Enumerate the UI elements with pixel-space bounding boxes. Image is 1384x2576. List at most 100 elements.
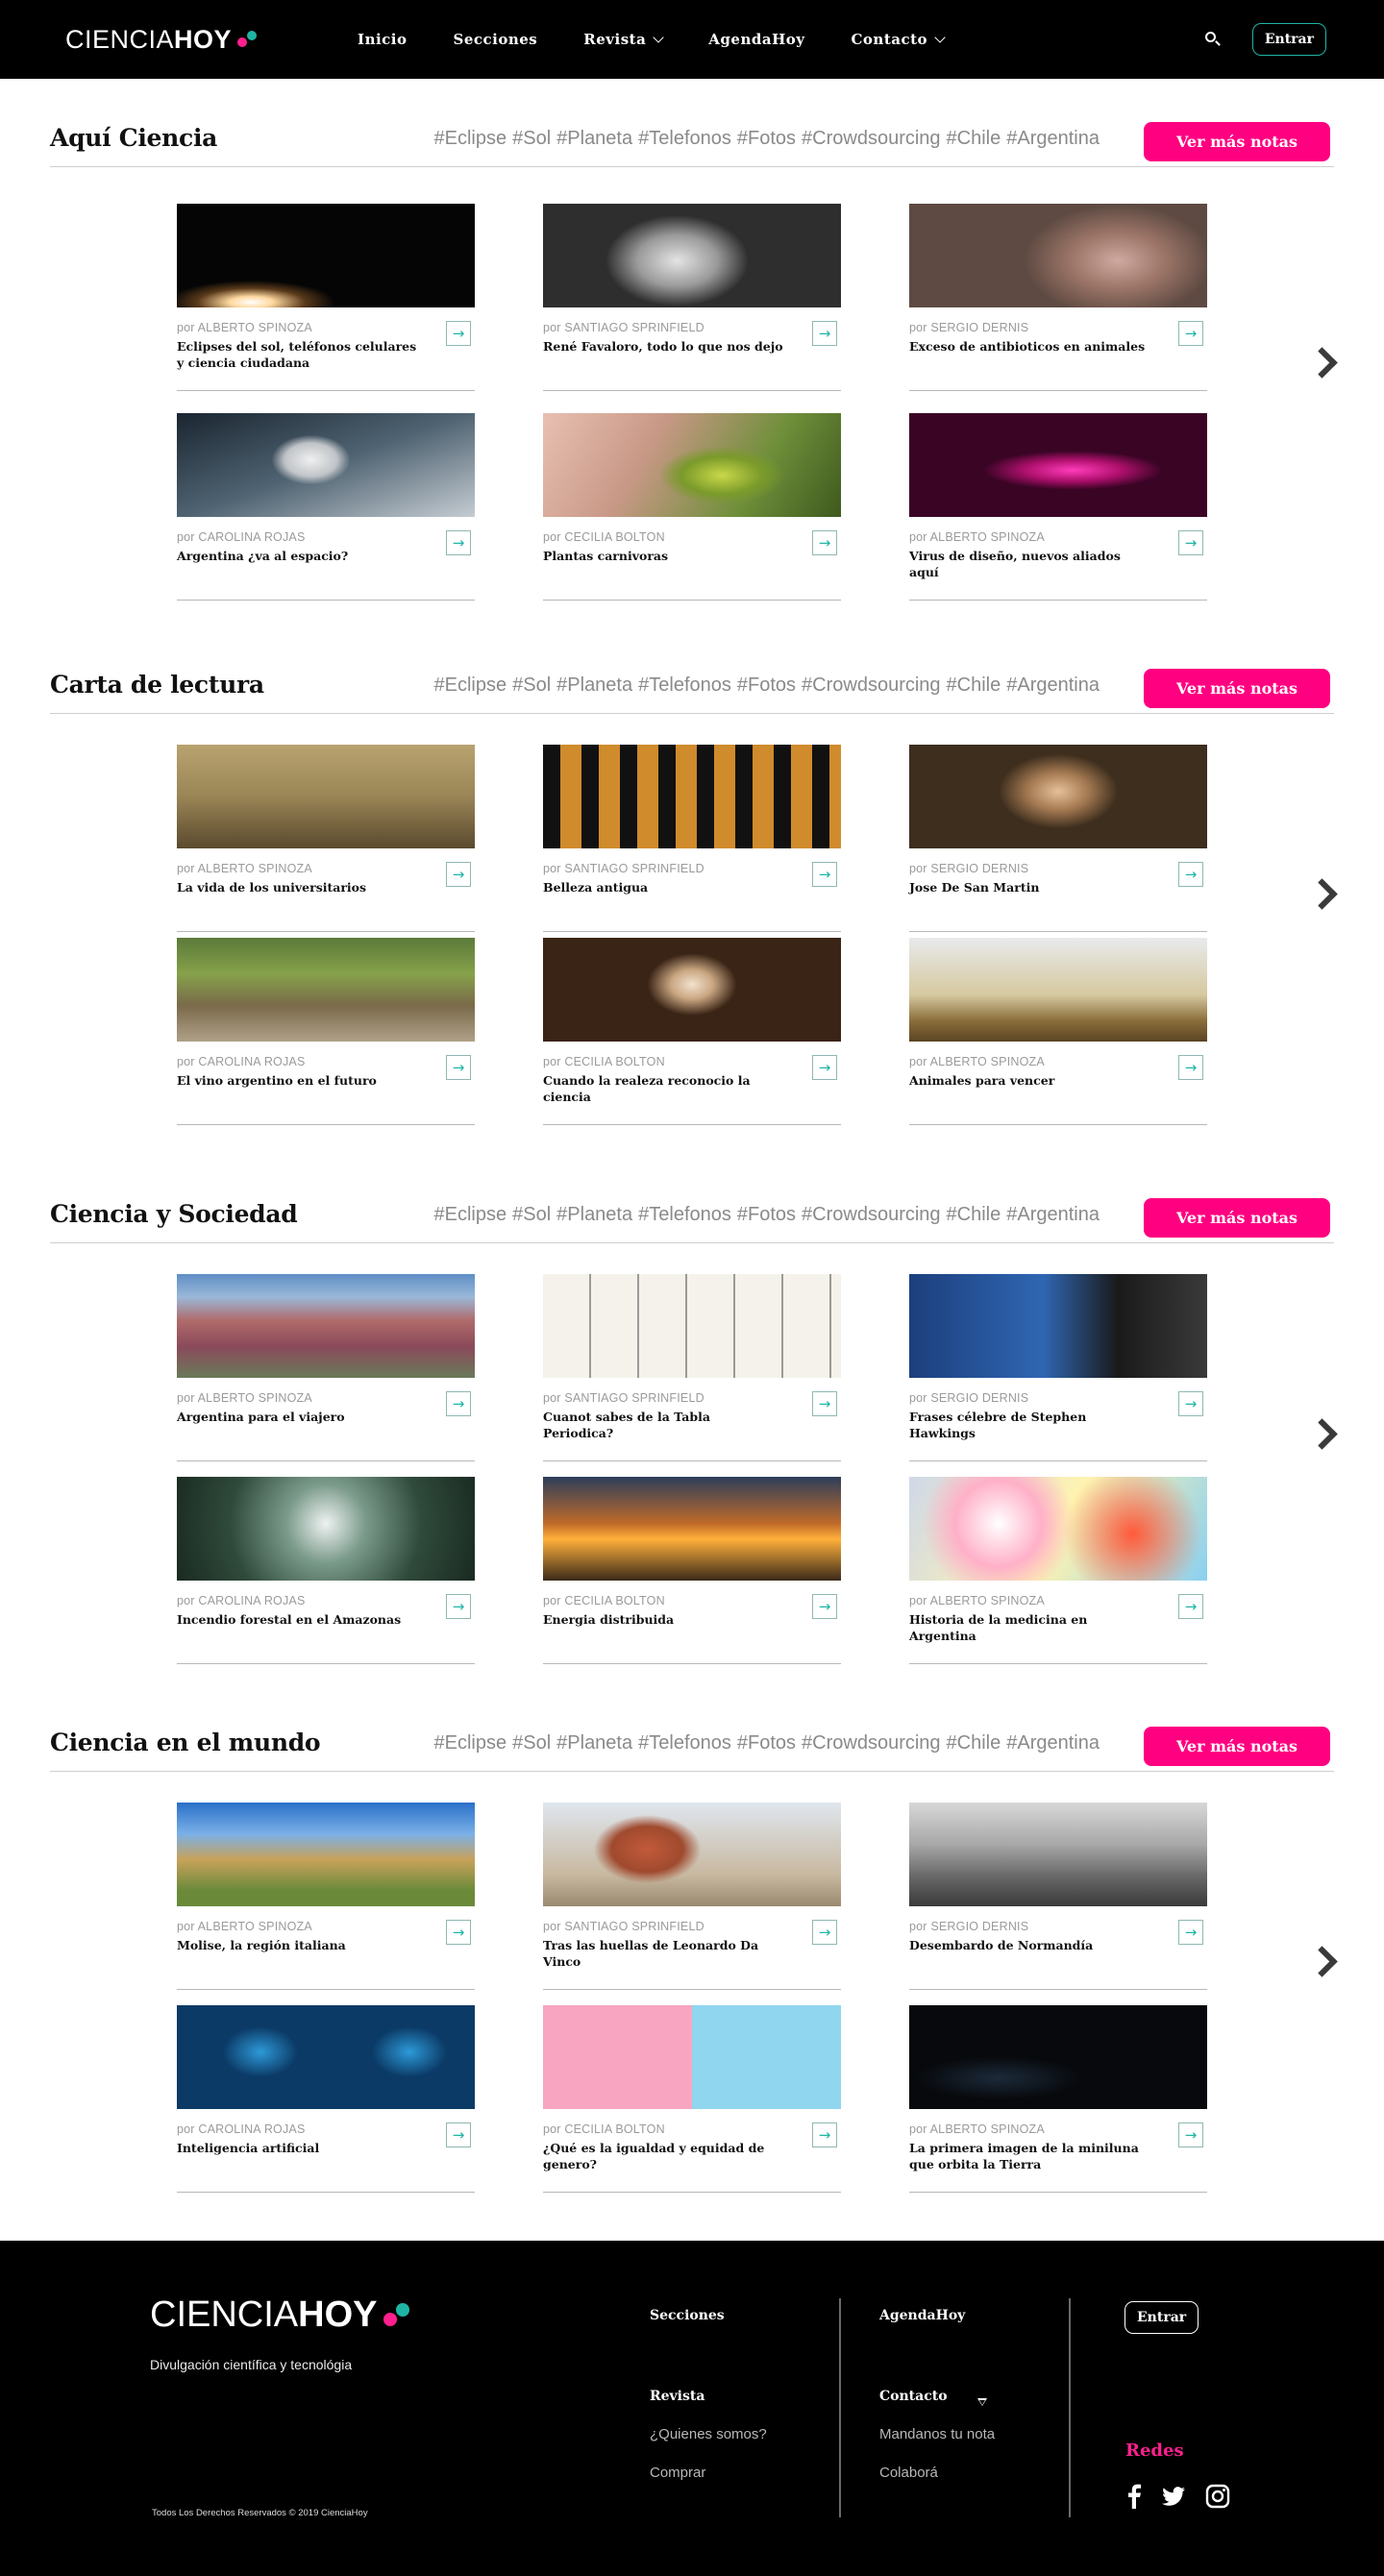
tag-link[interactable]: #Eclipse [434, 1732, 507, 1754]
twitter-icon[interactable] [1160, 2483, 1187, 2510]
article-thumbnail[interactable] [543, 938, 841, 1042]
article-card[interactable]: por ALBERTO SPINOZA La primera imagen de … [909, 2005, 1207, 2193]
article-title[interactable]: Tras las huellas de Leonardo Da Vinco [543, 1937, 841, 1970]
article-card[interactable]: por CECILIA BOLTON Plantas carnivoras → [543, 413, 841, 601]
arrow-right-icon[interactable]: → [812, 862, 837, 887]
article-card[interactable]: por ALBERTO SPINOZA La vida de los univer… [177, 745, 475, 932]
tag-link[interactable]: #Crowdsourcing [802, 675, 941, 696]
nav-contacto[interactable]: Contacto [851, 31, 946, 48]
article-card[interactable]: por SERGIO DERNIS Exceso de antibioticos … [909, 204, 1207, 391]
tag-link[interactable]: #Chile [947, 128, 1001, 149]
arrow-right-icon[interactable]: → [1178, 862, 1203, 887]
see-more-button[interactable]: Ver más notas [1144, 1727, 1330, 1766]
see-more-button[interactable]: Ver más notas [1144, 122, 1330, 161]
arrow-right-icon[interactable]: → [1178, 1055, 1203, 1080]
arrow-right-icon[interactable]: → [446, 1920, 471, 1945]
chevron-right-icon[interactable] [1311, 1947, 1334, 1979]
article-title[interactable]: Virus de diseño, nuevos aliados aquí [909, 548, 1207, 580]
article-title[interactable]: Inteligencia artificial [177, 2140, 475, 2156]
arrow-right-icon[interactable]: → [1178, 2122, 1203, 2147]
tag-link[interactable]: #Sol [512, 1204, 551, 1225]
chevron-right-icon[interactable] [1311, 879, 1334, 912]
article-card[interactable]: por SANTIAGO SPRINFIELD Cuanot sabes de l… [543, 1274, 841, 1461]
tag-link[interactable]: #Planeta [556, 1732, 632, 1754]
see-more-button[interactable]: Ver más notas [1144, 1198, 1330, 1238]
arrow-right-icon[interactable]: → [1178, 1920, 1203, 1945]
article-thumbnail[interactable] [177, 1274, 475, 1378]
article-card[interactable]: por ALBERTO SPINOZA Molise, la región ita… [177, 1803, 475, 1990]
article-title[interactable]: La primera imagen de la miniluna que orb… [909, 2140, 1207, 2172]
article-title[interactable]: Argentina ¿va al espacio? [177, 548, 475, 564]
article-card[interactable]: por ALBERTO SPINOZA Historia de la medici… [909, 1477, 1207, 1664]
arrow-right-icon[interactable]: → [812, 1391, 837, 1416]
article-card[interactable]: por CAROLINA ROJAS Argentina ¿va al espac… [177, 413, 475, 601]
login-button[interactable]: Entrar [1251, 23, 1326, 56]
article-thumbnail[interactable] [543, 1803, 841, 1906]
footer-link-agendahoy[interactable]: AgendaHoy [879, 2308, 965, 2323]
instagram-icon[interactable] [1204, 2483, 1231, 2510]
article-title[interactable]: Plantas carnivoras [543, 548, 841, 564]
arrow-right-icon[interactable]: → [446, 2122, 471, 2147]
tag-link[interactable]: #Chile [947, 1204, 1001, 1225]
article-thumbnail[interactable] [543, 204, 841, 307]
article-thumbnail[interactable] [177, 204, 475, 307]
arrow-right-icon[interactable]: → [446, 1055, 471, 1080]
article-thumbnail[interactable] [909, 1274, 1207, 1378]
search-icon[interactable] [1202, 29, 1223, 50]
tag-link[interactable]: #Planeta [556, 128, 632, 149]
arrow-right-icon[interactable]: → [812, 530, 837, 555]
article-thumbnail[interactable] [909, 2005, 1207, 2109]
article-title[interactable]: René Favaloro, todo lo que nos dejo [543, 338, 841, 355]
tag-link[interactable]: #Telefonos [638, 128, 731, 149]
article-thumbnail[interactable] [177, 1477, 475, 1581]
tag-link[interactable]: #Sol [512, 128, 551, 149]
article-title[interactable]: ¿Qué es la igualdad y equidad de genero? [543, 2140, 841, 2172]
article-thumbnail[interactable] [909, 938, 1207, 1042]
article-card[interactable]: por SANTIAGO SPRINFIELD Belleza antigua → [543, 745, 841, 932]
tag-link[interactable]: #Planeta [556, 1204, 632, 1225]
article-title[interactable]: Frases célebre de Stephen Hawkings [909, 1409, 1207, 1441]
article-card[interactable]: por CECILIA BOLTON Energia distribuida → [543, 1477, 841, 1664]
article-title[interactable]: Energia distribuida [543, 1611, 841, 1628]
footer-link-secciones[interactable]: Secciones [650, 2308, 725, 2323]
arrow-right-icon[interactable]: → [446, 862, 471, 887]
triangle-down-icon[interactable] [977, 2398, 988, 2407]
see-more-button[interactable]: Ver más notas [1144, 669, 1330, 708]
tag-link[interactable]: #Crowdsourcing [802, 1732, 941, 1754]
tag-link[interactable]: #Telefonos [638, 1732, 731, 1754]
chevron-right-icon[interactable] [1311, 348, 1334, 380]
article-title[interactable]: Animales para vencer [909, 1072, 1207, 1089]
article-card[interactable]: por ALBERTO SPINOZA Argentina para el via… [177, 1274, 475, 1461]
tag-link[interactable]: #Fotos [737, 1204, 796, 1225]
tag-link[interactable]: #Planeta [556, 675, 632, 696]
arrow-right-icon[interactable]: → [812, 2122, 837, 2147]
nav-revista[interactable]: Revista [583, 31, 664, 48]
article-card[interactable]: por SERGIO DERNIS Desembardo de Normandía… [909, 1803, 1207, 1990]
article-card[interactable]: por ALBERTO SPINOZA Eclipses del sol, tel… [177, 204, 475, 391]
nav-inicio[interactable]: Inicio [358, 31, 407, 48]
arrow-right-icon[interactable]: → [1178, 530, 1203, 555]
nav-secciones[interactable]: Secciones [454, 31, 538, 48]
article-thumbnail[interactable] [909, 1477, 1207, 1581]
article-title[interactable]: Molise, la región italiana [177, 1937, 475, 1953]
article-thumbnail[interactable] [543, 2005, 841, 2109]
article-thumbnail[interactable] [543, 745, 841, 848]
arrow-right-icon[interactable]: → [446, 1391, 471, 1416]
article-card[interactable]: por SERGIO DERNIS Jose De San Martin → [909, 745, 1207, 932]
tag-link[interactable]: #Crowdsourcing [802, 1204, 941, 1225]
footer-link-colabora[interactable]: Colaborá [879, 2465, 938, 2481]
tag-link[interactable]: #Argentina [1006, 675, 1100, 696]
site-logo[interactable]: CIENCIA HOY [65, 25, 266, 55]
arrow-right-icon[interactable]: → [812, 321, 837, 346]
article-card[interactable]: por CAROLINA ROJAS Incendio forestal en e… [177, 1477, 475, 1664]
tag-link[interactable]: #Sol [512, 675, 551, 696]
footer-link-contacto[interactable]: Contacto [879, 2389, 948, 2404]
tag-link[interactable]: #Argentina [1006, 1204, 1100, 1225]
article-title[interactable]: Belleza antigua [543, 879, 841, 895]
article-card[interactable]: por SANTIAGO SPRINFIELD René Favaloro, to… [543, 204, 841, 391]
tag-link[interactable]: #Crowdsourcing [802, 128, 941, 149]
arrow-right-icon[interactable]: → [446, 1594, 471, 1619]
tag-link[interactable]: #Chile [947, 1732, 1001, 1754]
footer-link-revista[interactable]: Revista [650, 2389, 704, 2404]
tag-link[interactable]: #Chile [947, 675, 1001, 696]
